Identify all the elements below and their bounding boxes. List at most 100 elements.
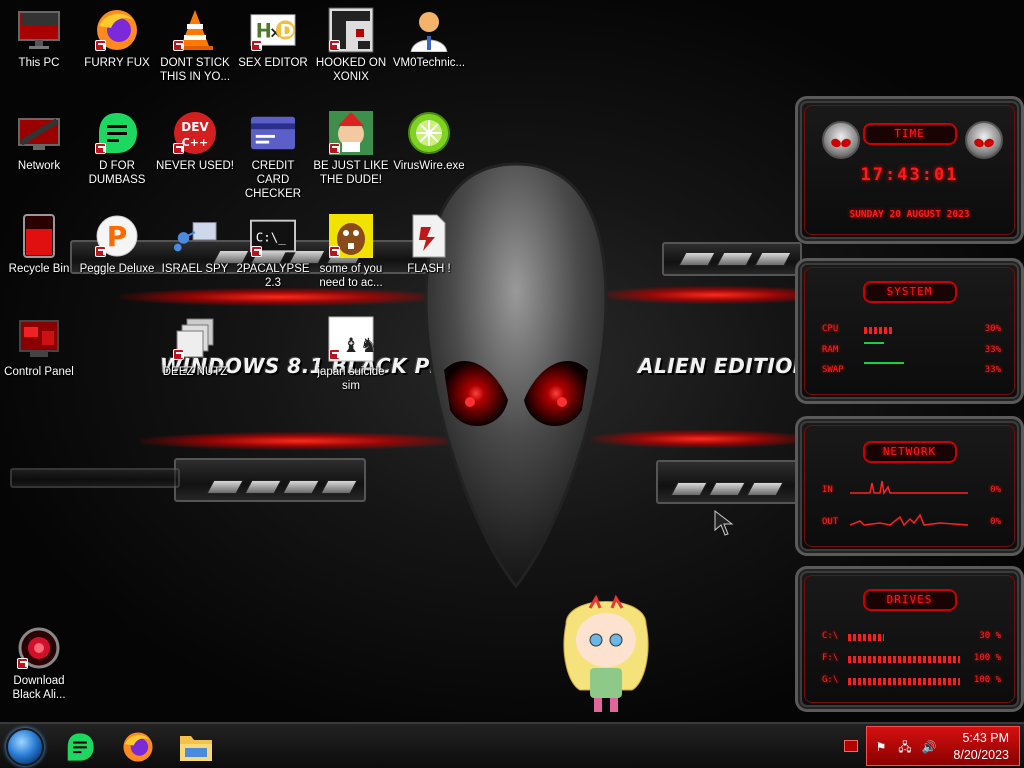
icon-label: Recycle Bin (8, 263, 70, 275)
terminal-icon: C:\_ (250, 214, 296, 258)
desktop-icon-vm0technic[interactable]: VM0Technic... (390, 8, 468, 70)
icon-label: japan suicide sim (317, 366, 385, 392)
icon-label: DEEZ NUTZ (162, 366, 228, 378)
network-monitor-icon (16, 111, 62, 155)
firefox-icon (94, 8, 140, 52)
elf-character-icon (328, 111, 374, 155)
desktop-icon-dont-stick[interactable]: DONT STICK THIS IN YO... (156, 8, 234, 84)
desktop-icon-never-used[interactable]: DEV C++ NEVER USED! (156, 111, 234, 173)
shortcut-arrow-icon (173, 349, 184, 360)
network-in-graph (850, 480, 968, 495)
row-label: RAM (822, 345, 839, 355)
shortcut-arrow-icon (329, 143, 340, 154)
svg-text:D: D (280, 22, 294, 42)
recycle-bin-icon (16, 214, 62, 258)
icon-label: DONT STICK THIS IN YO... (159, 57, 231, 83)
network-row-in: IN 0% (822, 480, 1001, 499)
taskbar-firefox-button[interactable] (118, 728, 158, 766)
swap-meter (864, 362, 904, 364)
cartoon-character-decoration (563, 594, 649, 712)
desktop-icon-network[interactable]: Network (0, 111, 78, 173)
system-gadget[interactable]: SYSTEM CPU 30% RAM 33% SWAP 33% (795, 258, 1024, 404)
row-label: SWAP (822, 365, 844, 375)
desktop-icon-israel-spy[interactable]: ISRAEL SPY (156, 214, 234, 276)
network-gadget[interactable]: NETWORK IN 0% OUT 0% (795, 416, 1024, 556)
beaver-character-icon (328, 214, 374, 258)
wallpaper-red-streak (120, 288, 440, 306)
desktop-icon-control-panel[interactable]: Control Panel (0, 317, 78, 379)
desktop-icon-d-for-dumbass[interactable]: D FOR DUMBASS (78, 111, 156, 187)
wallpaper-red-streak (140, 432, 460, 450)
row-label: G:\ (822, 675, 839, 685)
desktop-icon-some-of-you[interactable]: some of you need to ac... (312, 214, 390, 290)
icon-label: ISRAEL SPY (161, 263, 229, 275)
shortcut-arrow-icon (251, 40, 262, 51)
drive-f-meter (848, 656, 960, 663)
row-value: 30% (984, 324, 1001, 334)
drives-gadget-title: DRIVES (862, 589, 957, 611)
action-center-flag-icon[interactable]: ⚑ (873, 740, 889, 754)
stacked-windows-icon (172, 317, 218, 361)
row-value: 0% (990, 485, 1001, 495)
wallpaper-slots (678, 252, 792, 266)
start-orb-button[interactable] (6, 728, 44, 766)
svg-text:♝♞: ♝♞ (342, 333, 374, 357)
drive-row-f: F:\ 100 % (822, 653, 1001, 667)
mouse-cursor (714, 510, 734, 536)
drive-g-meter (848, 678, 960, 685)
icon-label: Network (17, 160, 61, 172)
taskbar-file-explorer-button[interactable] (176, 728, 216, 766)
icon-label: FLASH ! (407, 263, 451, 275)
taskbar-green-app-button[interactable] (60, 728, 100, 766)
desktop-icon-viruswire[interactable]: VirusWire.exe (390, 111, 468, 173)
taskbar: ⚑ 🖧 🔊 5:43 PM 8/20/2023 (0, 722, 1024, 768)
wallpaper-metal-bar (10, 468, 180, 488)
drives-gadget[interactable]: DRIVES C:\ 30 % F:\ 100 % G:\ 100 % (795, 566, 1024, 712)
icon-label: FURRY FUX (84, 57, 150, 69)
svg-text:C:\_: C:\_ (256, 230, 286, 245)
desktop-icon-download-black-alien[interactable]: Download Black Ali... (0, 626, 78, 702)
show-hidden-icons-button[interactable] (844, 740, 858, 752)
row-value: 100 % (973, 653, 1001, 663)
taskbar-clock-time[interactable]: 5:43 PM (962, 731, 1009, 745)
desktop-icon-sex-editor[interactable]: H × D SEX EDITOR (234, 8, 312, 70)
volume-icon[interactable]: 🔊 (921, 740, 937, 754)
row-label: CPU (822, 324, 839, 334)
xonix-game-icon (328, 7, 374, 53)
desktop-icon-flash[interactable]: FLASH ! (390, 214, 468, 276)
chess-document-icon: ♝♞ (328, 316, 374, 362)
icon-label: Control Panel (4, 366, 74, 378)
desktop-icon-furry-fux[interactable]: FURRY FUX (78, 8, 156, 70)
network-gadget-title: NETWORK (862, 441, 957, 463)
shortcut-arrow-icon (329, 40, 340, 51)
desktop-icon-be-just-like-the-dude[interactable]: BE JUST LIKE THE DUDE! (312, 111, 390, 187)
technician-person-icon (406, 8, 452, 52)
desktop-icon-japan-suicide-sim[interactable]: ♝♞ japan suicide sim (312, 316, 390, 393)
svg-text:DEV: DEV (181, 120, 209, 134)
row-label: OUT (822, 517, 839, 527)
network-status-icon[interactable]: 🖧 (897, 740, 913, 754)
network-out-graph (850, 513, 968, 527)
folder-icon (180, 736, 212, 761)
shortcut-arrow-icon (329, 349, 340, 360)
lime-wheel-icon (406, 111, 452, 155)
taskbar-clock-date[interactable]: 8/20/2023 (953, 748, 1009, 762)
desktop-icon-deez-nutz[interactable]: DEEZ NUTZ (156, 317, 234, 379)
system-row-cpu: CPU 30% (822, 324, 1001, 338)
time-gadget[interactable]: TIME 17:43:01 SUNDAY 20 AUGUST 2023 (795, 96, 1024, 244)
desktop-icon-2pacalypse[interactable]: C:\_ 2PACALYPSE 2.3 (234, 214, 312, 290)
desktop-icon-this-pc[interactable]: This PC (0, 8, 78, 70)
time-gadget-title: TIME (862, 123, 957, 145)
desktop-icon-hooked-on-xonix[interactable]: HOOKED ON XONIX (312, 7, 390, 84)
icon-label: BE JUST LIKE THE DUDE! (313, 160, 389, 186)
wallpaper-slots (206, 480, 358, 494)
icon-label: HOOKED ON XONIX (315, 57, 387, 83)
svg-text:C++: C++ (182, 136, 209, 149)
icon-label: VM0Technic... (392, 57, 466, 69)
desktop-icon-peggle-deluxe[interactable]: P Peggle Deluxe (78, 214, 156, 276)
desktop-icon-credit-card-checker[interactable]: CREDIT CARD CHECKER (234, 111, 312, 201)
row-label: IN (822, 485, 833, 495)
row-value: 33% (984, 365, 1001, 375)
credit-card-icon (250, 111, 296, 155)
desktop-icon-recycle-bin[interactable]: Recycle Bin (0, 214, 78, 276)
